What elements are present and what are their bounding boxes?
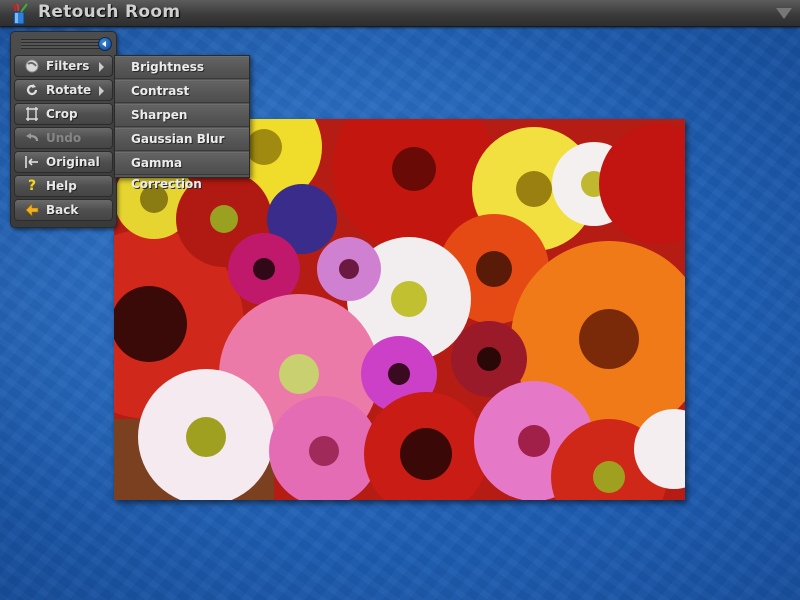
submenu-item-gaussian-blur[interactable]: Gaussian Blur — [115, 128, 249, 151]
question-icon: ? — [27, 178, 37, 194]
menu-item-filters[interactable]: Filters — [14, 55, 113, 77]
submenu-item-gamma-correction[interactable]: Gamma Correction — [115, 152, 249, 191]
paint-bucket-brushes-icon — [9, 3, 31, 25]
submenu-item-sharpen[interactable]: Sharpen — [115, 104, 249, 127]
revert-original-icon — [24, 154, 40, 170]
submenu-item-contrast[interactable]: Contrast — [115, 80, 249, 103]
app-title: Retouch Room — [38, 2, 181, 22]
title-bar: Retouch Room — [0, 0, 800, 27]
menu-item-label: Filters — [46, 59, 90, 73]
menu-item-label: Rotate — [46, 83, 92, 97]
menu-item-rotate[interactable]: Rotate — [14, 79, 113, 101]
flower — [228, 233, 300, 305]
flower — [138, 369, 274, 500]
submenu-item-brightness[interactable]: Brightness — [115, 56, 249, 79]
menu-item-crop[interactable]: Crop — [14, 103, 113, 125]
menu-item-label: Undo — [46, 131, 82, 145]
menu-item-original[interactable]: Original — [14, 151, 113, 173]
menu-item-help[interactable]: ? Help — [14, 175, 113, 197]
flower — [317, 237, 381, 301]
back-arrow-icon — [24, 202, 40, 218]
menu-item-label: Help — [46, 179, 77, 193]
undo-icon — [24, 130, 40, 146]
circle-arrow-left-icon[interactable] — [98, 37, 112, 51]
rotate-icon — [24, 82, 40, 98]
menu-item-back[interactable]: Back — [14, 199, 113, 221]
chevron-right-icon — [99, 86, 104, 96]
tool-panel: Filters Rotate Crop Undo Original ? Help — [10, 31, 117, 228]
crop-icon — [24, 106, 40, 122]
panel-drag-handle[interactable] — [21, 39, 101, 49]
menu-item-label: Original — [46, 155, 100, 169]
triangle-down-icon[interactable] — [776, 8, 792, 19]
chevron-right-icon — [99, 62, 104, 72]
filters-icon — [24, 58, 40, 74]
filters-submenu: Brightness Contrast Sharpen Gaussian Blu… — [114, 55, 250, 191]
menu-item-label: Crop — [46, 107, 78, 121]
menu-item-undo[interactable]: Undo — [14, 127, 113, 149]
menu-item-label: Back — [46, 203, 79, 217]
